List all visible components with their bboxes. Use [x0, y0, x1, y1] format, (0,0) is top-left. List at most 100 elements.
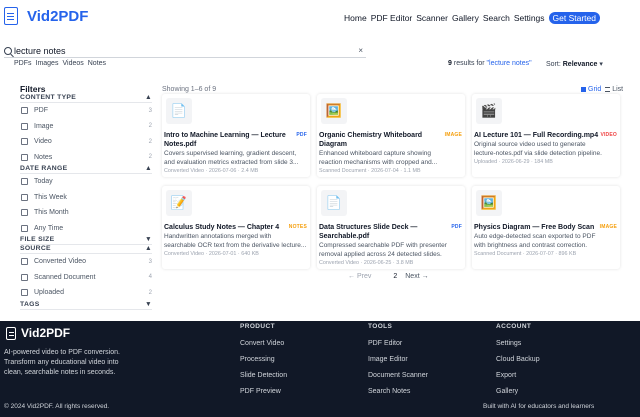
collapse-icon: ▲ — [144, 94, 152, 101]
checkbox[interactable] — [21, 153, 28, 161]
checkbox[interactable] — [21, 138, 28, 146]
filter-option-notes[interactable]: Notes 2 — [20, 150, 152, 166]
list-view-button[interactable]: List — [612, 86, 623, 93]
card-title[interactable]: Data Structures Slide Deck — Searchable.p… — [319, 223, 445, 241]
section-date-range[interactable]: DATE RANGE ▲ — [20, 165, 152, 174]
footer-link-gallery[interactable]: Gallery — [496, 388, 540, 404]
footer-link-pdf-editor[interactable]: PDF Editor — [368, 340, 428, 356]
sort-control[interactable]: Sort: Relevance ▾ — [546, 60, 603, 68]
footer-link-document-scanner[interactable]: Document Scanner — [368, 372, 428, 388]
footer-tagline: Built with AI for educators and learners — [483, 403, 595, 410]
footer-link-settings[interactable]: Settings — [496, 340, 540, 356]
brand-name: Vid2PDF — [27, 7, 89, 25]
brand-logo[interactable]: Vid2PDF — [4, 7, 88, 25]
nav-pdf-editor[interactable]: PDF Editor — [371, 13, 413, 23]
grid-view-button[interactable]: Grid — [588, 86, 601, 93]
result-card[interactable]: 🎬 VIDEO AI Lecture 101 — Full Recording.mp… — [472, 94, 620, 177]
footer-description: AI-powered video to PDF conversion. Tran… — [4, 348, 136, 378]
filter-option-any-time[interactable]: Any Time — [20, 221, 152, 237]
nav-scanner[interactable]: Scanner — [416, 13, 448, 23]
footer-link-slide-detection[interactable]: Slide Detection — [240, 372, 287, 388]
result-card[interactable]: 📝 NOTES Calculus Study Notes — Chapter 4 Ha… — [162, 186, 310, 269]
checkbox[interactable] — [21, 258, 28, 266]
card-title-line: Searchable.pdf — [319, 233, 370, 240]
footer-link-convert-video[interactable]: Convert Video — [240, 340, 287, 356]
card-desc-line: reaction mechanisms with cropped and... — [319, 158, 438, 166]
card-meta: Converted Video · 2026-07-06 · 2.4 MB — [164, 168, 259, 174]
footer-logo[interactable]: Vid2PDF — [6, 326, 70, 340]
checkbox[interactable] — [21, 193, 28, 201]
next-page-button[interactable]: Next → — [405, 273, 428, 280]
sort-value[interactable]: Relevance — [563, 61, 598, 68]
get-started-button[interactable]: Get Started — [548, 12, 600, 24]
checkbox[interactable] — [21, 107, 28, 115]
footer-column-tools: TOOLS PDF Editor Image Editor Document S… — [368, 323, 428, 404]
card-desc-line: searchable OCR text from the derivative … — [164, 241, 307, 249]
section-label: TAGS — [20, 300, 40, 308]
result-card[interactable]: 📄 PDF Intro to Machine Learning — Lecture N… — [162, 94, 310, 177]
footer-brand-name: Vid2PDF — [21, 326, 71, 340]
list-view-icon[interactable] — [605, 87, 611, 92]
card-meta: Scanned Document · 2026-07-04 · 1.1 MB — [319, 168, 421, 174]
nav-home[interactable]: Home — [344, 13, 367, 23]
checkbox[interactable] — [21, 273, 28, 281]
footer-link-image-editor[interactable]: Image Editor — [368, 356, 428, 372]
expand-icon: ▼ — [144, 236, 152, 243]
section-content-type[interactable]: CONTENT TYPE ▲ — [20, 94, 152, 103]
footer-desc-line: Transform any educational video into — [4, 359, 119, 366]
checkbox[interactable] — [21, 122, 28, 130]
footer-link-pdf-preview[interactable]: PDF Preview — [240, 388, 287, 404]
search-input[interactable] — [14, 45, 344, 56]
nav-gallery[interactable]: Gallery — [452, 13, 479, 23]
filter-option-converted-video[interactable]: Converted Video 3 — [20, 254, 152, 270]
card-meta: Converted Video · 2026-07-01 · 640 KB — [164, 251, 259, 257]
filter-option-uploaded[interactable]: Uploaded 2 — [20, 285, 152, 301]
tab-videos[interactable]: Videos — [62, 60, 83, 67]
nav-search[interactable]: Search — [483, 13, 510, 23]
footer-link-cloud-backup[interactable]: Cloud Backup — [496, 356, 540, 372]
clear-search-icon[interactable]: × — [358, 46, 363, 55]
footer-link-export[interactable]: Export — [496, 372, 540, 388]
card-title[interactable]: Organic Chemistry Whiteboard Diagram — [319, 131, 445, 149]
card-title[interactable]: Calculus Study Notes — Chapter 4 — [164, 223, 290, 232]
result-card[interactable]: 🖼️ IMAGE Organic Chemistry Whiteboard Diagr… — [317, 94, 465, 177]
card-desc-line: and evaluation metrics extracted from sl… — [164, 158, 299, 166]
filter-option-today[interactable]: Today — [20, 174, 152, 190]
checkbox[interactable] — [21, 209, 28, 217]
section-source[interactable]: SOURCE ▲ — [20, 245, 152, 254]
card-title[interactable]: AI Lecture 101 — Full Recording.mp4 — [474, 131, 600, 140]
tab-images[interactable]: Images — [36, 60, 59, 67]
option-label: This Week — [34, 193, 67, 201]
card-title[interactable]: Physics Diagram — Free Body Scan — [474, 223, 600, 232]
filter-option-video[interactable]: Video 2 — [20, 134, 152, 150]
search-bar: × — [4, 44, 366, 58]
tab-notes[interactable]: Notes — [88, 60, 106, 67]
results-query: "lecture notes" — [486, 60, 532, 67]
card-meta: Scanned Document · 2026-07-07 · 896 KB — [474, 251, 577, 257]
footer-link-processing[interactable]: Processing — [240, 356, 287, 372]
checkbox[interactable] — [21, 178, 28, 186]
checkbox[interactable] — [21, 224, 28, 232]
filter-option-image[interactable]: Image 2 — [20, 119, 152, 135]
current-page[interactable]: 2 — [393, 273, 397, 280]
card-title-line: Notes.pdf — [164, 141, 197, 148]
card-meta: Uploaded · 2026-06-29 · 184 MB — [474, 159, 553, 165]
filter-option-this-month[interactable]: This Month — [20, 205, 152, 221]
filter-option-this-week[interactable]: This Week — [20, 190, 152, 206]
result-card[interactable]: 🖼️ IMAGE Physics Diagram — Free Body Scan A… — [472, 186, 620, 269]
image-icon: 🖼️ — [476, 190, 502, 216]
grid-view-icon[interactable] — [581, 87, 586, 92]
section-file-size[interactable]: FILE SIZE ▼ — [20, 236, 152, 245]
section-tags[interactable]: TAGS ▼ — [20, 301, 152, 310]
tab-pdfs[interactable]: PDFs — [14, 60, 32, 67]
card-title[interactable]: Intro to Machine Learning — Lecture Notes… — [164, 131, 290, 149]
filter-option-scanned-document[interactable]: Scanned Document 4 — [20, 270, 152, 286]
checkbox[interactable] — [21, 289, 28, 297]
nav-settings[interactable]: Settings — [514, 13, 545, 23]
footer-column-account: ACCOUNT Settings Cloud Backup Export Gal… — [496, 323, 540, 404]
result-card[interactable]: 📄 PDF Data Structures Slide Deck — Searchab… — [317, 186, 465, 269]
filter-option-pdf[interactable]: PDF 3 — [20, 103, 152, 119]
prev-page-button[interactable]: ← Prev — [348, 273, 371, 280]
option-label: This Month — [34, 209, 69, 217]
footer-link-search-notes[interactable]: Search Notes — [368, 388, 428, 404]
